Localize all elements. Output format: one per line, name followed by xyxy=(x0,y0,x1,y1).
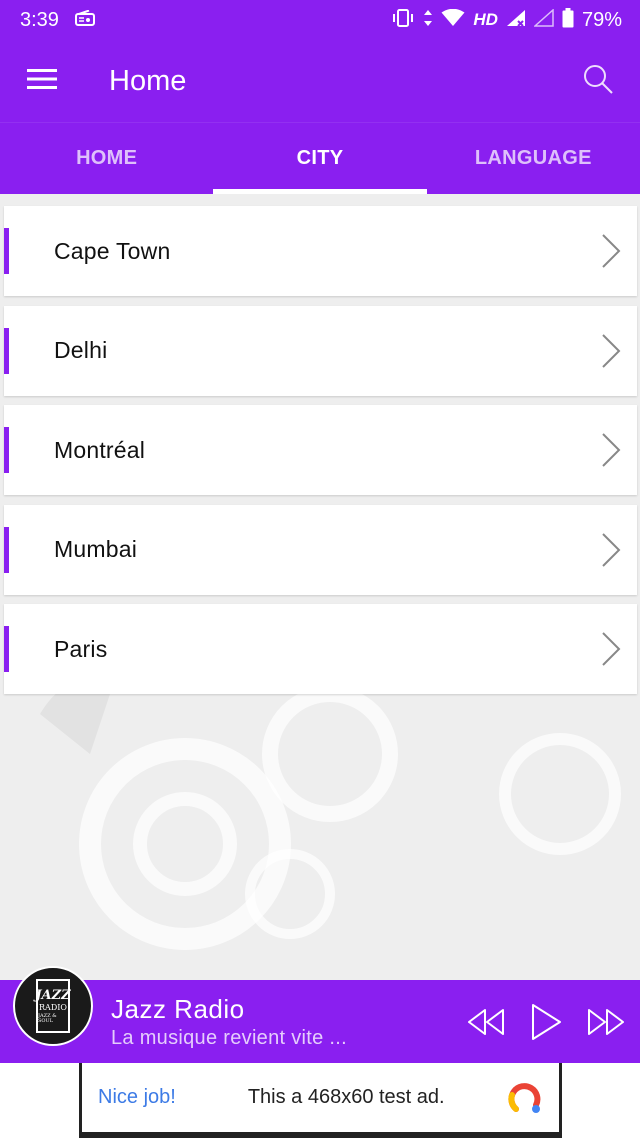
rewind-icon xyxy=(468,1009,504,1035)
play-icon xyxy=(532,1004,561,1040)
list-item-accent xyxy=(4,427,9,473)
tab-city[interactable]: CITY xyxy=(213,123,427,194)
signal-icon xyxy=(506,9,526,32)
logo-text-line1: JAZZ xyxy=(35,987,71,1003)
menu-button[interactable] xyxy=(0,40,84,122)
player-title: Jazz Radio xyxy=(111,994,245,1024)
play-button[interactable] xyxy=(526,1002,566,1042)
status-bar: 3:39 HD 79% xyxy=(0,0,640,40)
list-item-accent xyxy=(4,626,9,672)
status-time: 3:39 xyxy=(20,8,59,31)
ad-area: Nice job! This a 468x60 test ad. xyxy=(0,1063,640,1138)
search-button[interactable] xyxy=(556,40,640,122)
ad-text: This a 468x60 test ad. xyxy=(247,1086,445,1108)
list-item-label: Paris xyxy=(54,635,108,662)
list-item-accent xyxy=(4,228,9,274)
station-logo: JAZZ RADIO JAZZ & SOUL xyxy=(13,966,93,1046)
chevron-right-icon xyxy=(591,206,631,296)
list-item-accent xyxy=(4,327,9,374)
chevron-right-icon xyxy=(591,306,631,396)
ad-logo-icon xyxy=(505,1078,545,1118)
logo-text-line3: JAZZ & SOUL xyxy=(38,1012,57,1024)
content-area: Cape Town Delhi Montréal Mumbai Paris xyxy=(0,194,640,980)
wifi-icon xyxy=(441,8,465,32)
tab-bar: HOME CITY LANGUAGE xyxy=(0,122,640,194)
network-type-label: HD xyxy=(473,10,498,29)
battery-percent: 79% xyxy=(581,8,622,31)
radio-icon xyxy=(74,9,95,32)
menu-icon xyxy=(27,68,57,95)
chevron-right-icon xyxy=(591,505,631,595)
list-item[interactable]: Cape Town xyxy=(4,206,637,296)
data-arrows-icon xyxy=(423,9,433,32)
list-item[interactable]: Mumbai xyxy=(4,504,637,595)
rewind-button[interactable] xyxy=(466,1002,506,1042)
signal-empty-icon xyxy=(532,7,554,32)
list-item-label: Cape Town xyxy=(54,237,171,264)
chevron-right-icon xyxy=(591,604,631,694)
city-list: Cape Town Delhi Montréal Mumbai Paris xyxy=(4,206,637,704)
list-item[interactable]: Paris xyxy=(4,604,637,694)
list-item-accent xyxy=(4,526,9,573)
vibrate-icon xyxy=(391,8,415,32)
player-subtitle: La musique revient vite ... xyxy=(111,1027,347,1049)
list-item[interactable]: Montréal xyxy=(4,405,637,495)
list-item[interactable]: Delhi xyxy=(4,305,637,396)
logo-text-line2: RADIO xyxy=(39,1002,67,1012)
tab-language[interactable]: LANGUAGE xyxy=(427,123,640,194)
chevron-right-icon xyxy=(591,405,631,495)
search-icon xyxy=(582,63,614,100)
page-title: Home xyxy=(109,64,187,97)
tab-home[interactable]: HOME xyxy=(0,123,213,194)
ad-banner[interactable]: Nice job! This a 468x60 test ad. xyxy=(79,1063,562,1138)
list-item-label: Delhi xyxy=(54,337,108,363)
list-item-label: Montréal xyxy=(54,436,146,463)
app-bar: Home xyxy=(0,40,640,122)
fast-forward-button[interactable] xyxy=(586,1002,626,1042)
battery-icon xyxy=(562,7,574,33)
fast-forward-icon xyxy=(588,1009,624,1035)
mini-player[interactable]: JAZZ RADIO JAZZ & SOUL Jazz Radio La mus… xyxy=(0,966,640,1063)
ad-nice-text: Nice job! xyxy=(98,1086,176,1108)
list-item-label: Mumbai xyxy=(54,536,138,562)
